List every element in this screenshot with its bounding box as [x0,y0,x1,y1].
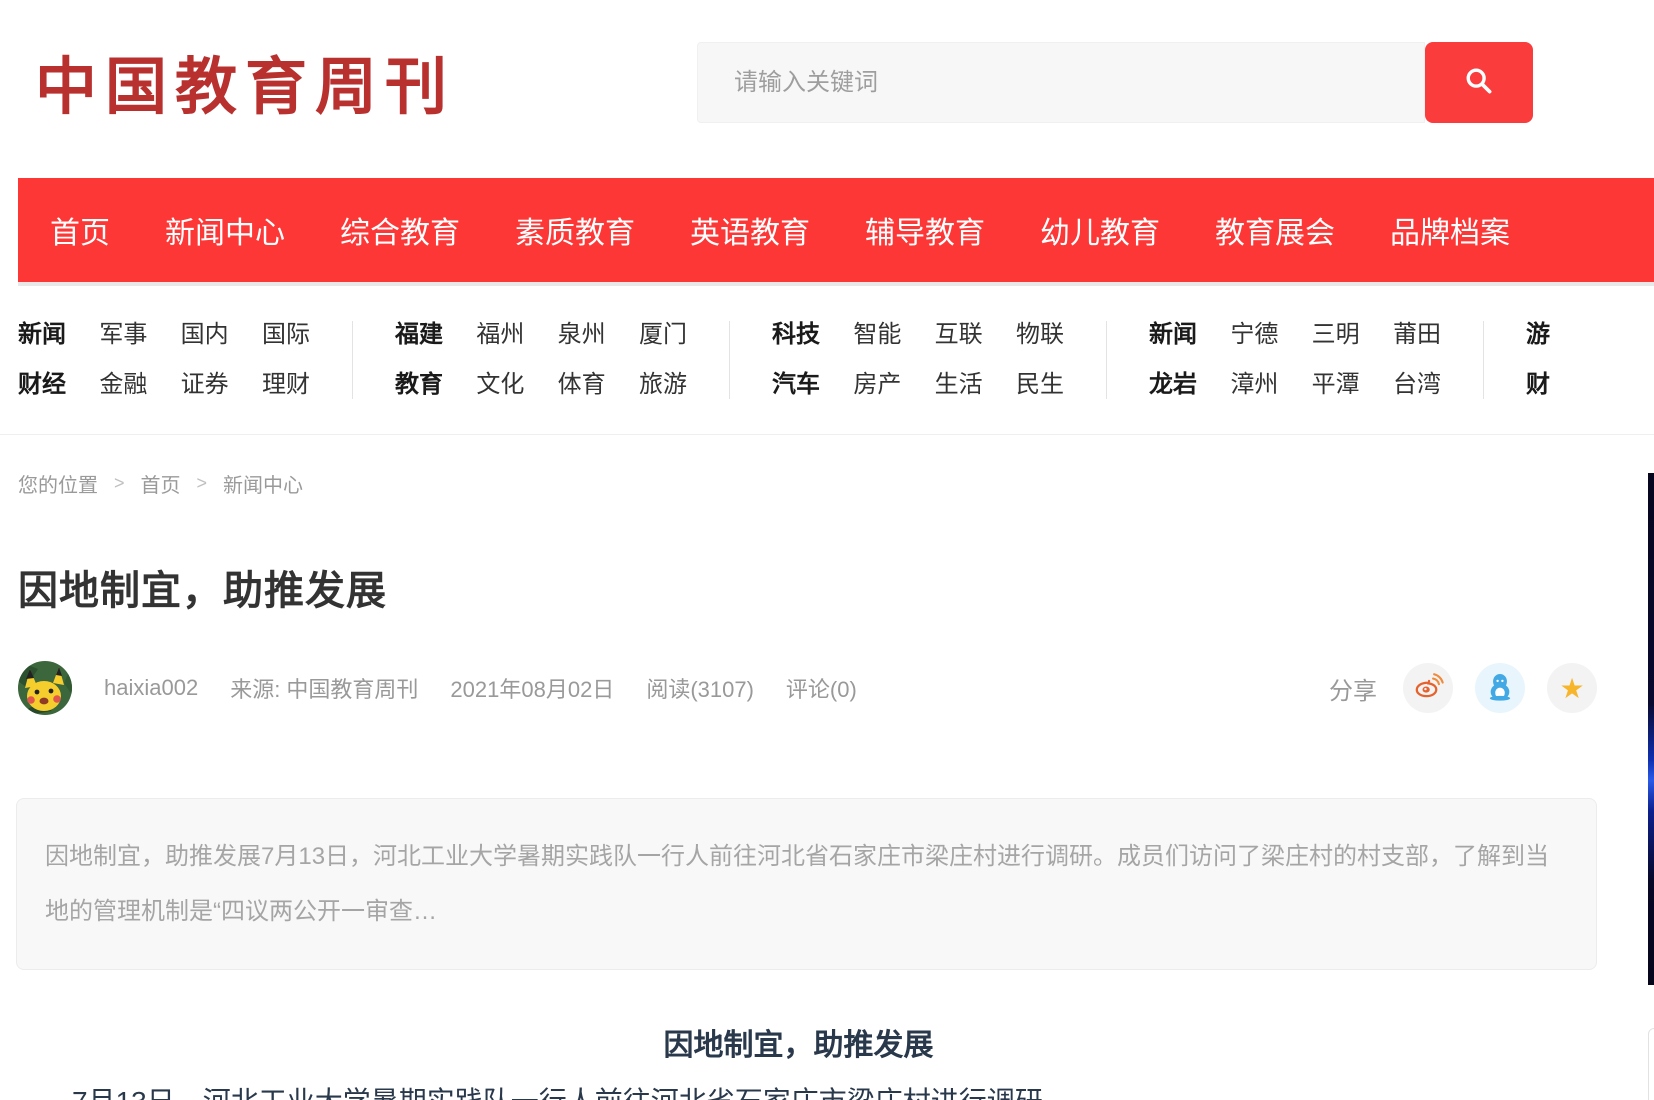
article-body-paragraph: 7月13日，河北工业大学暑期实践队一行人前往河北省石家庄市梁庄村进行调研。 [16,1080,1581,1100]
article-summary: 因地制宜，助推发展7月13日，河北工业大学暑期实践队一行人前往河北省石家庄市梁庄… [16,798,1597,970]
subnav-link[interactable]: 房产 [853,360,901,410]
subnav-link[interactable]: 国内 [181,310,229,360]
subnav-link[interactable]: 金融 [99,360,147,410]
subnav-divider [1106,321,1107,399]
subnav-link[interactable]: 军事 [99,310,147,360]
share-qq-button[interactable] [1475,663,1525,713]
subnav-link[interactable]: 新闻 [18,310,66,360]
article-comment-count: 评论(0) [786,672,857,704]
article: 因地制宜，助推发展 [0,558,1597,1100]
subnav-link[interactable]: 国际 [262,310,310,360]
share-label: 分享 [1329,671,1377,706]
nav-item-english-education[interactable]: 英语教育 [690,208,810,252]
subnav-divider [352,321,353,399]
subnav-link[interactable]: 台湾 [1393,360,1441,410]
subnav-link[interactable]: 财 [1526,360,1550,410]
subnav-link[interactable]: 汽车 [772,360,820,410]
sidebar-banner-image[interactable] [1648,473,1654,985]
subnav-link[interactable]: 旅游 [639,360,687,410]
subnav-link[interactable]: 民生 [1016,360,1064,410]
article-body-title: 因地制宜，助推发展 [0,1020,1597,1064]
subnav-link[interactable]: 福州 [476,310,524,360]
share-qzone-button[interactable]: ★ [1547,663,1597,713]
article-meta-row: haixia002 来源: 中国教育周刊 2021年08月02日 阅读(3107… [18,660,1597,716]
author-avatar [18,661,72,715]
subnav-link[interactable]: 平潭 [1312,360,1360,410]
author-name: haixia002 [104,675,198,701]
subnav-link[interactable]: 厦门 [639,310,687,360]
subnav-group-region: 新闻 龙岩 宁德 漳州 三明 平潭 莆田 台湾 [1149,310,1441,410]
search-input[interactable] [697,42,1425,123]
site-header: 中国教育周刊 [0,0,1654,178]
breadcrumb-separator: > [197,473,208,494]
article-title: 因地制宜，助推发展 [18,558,1597,616]
nav-item-tutoring-education[interactable]: 辅导教育 [865,208,985,252]
subnav-group-clipped: 游 财 [1526,310,1550,410]
subnav-link[interactable]: 物联 [1016,310,1064,360]
subnav-group-fujian: 福建 教育 福州 文化 泉州 体育 厦门 旅游 [395,310,687,410]
article-date: 2021年08月02日 [450,672,614,704]
nav-item-brand-archive[interactable]: 品牌档案 [1390,208,1510,252]
weibo-icon [1412,670,1444,707]
page: 中国教育周刊 首页 新闻中心 综合教育 素质教育 英语教育 辅导教育 幼儿教育 … [0,0,1654,1100]
subnav-group-tech: 科技 汽车 智能 房产 互联 生活 物联 民生 [772,310,1064,410]
breadcrumb-home[interactable]: 首页 [141,469,181,498]
nav-item-quality-education[interactable]: 素质教育 [515,208,635,252]
breadcrumb-news-center[interactable]: 新闻中心 [223,469,303,498]
subnav-link[interactable]: 莆田 [1393,310,1441,360]
subnav-divider [729,321,730,399]
main-nav: 首页 新闻中心 综合教育 素质教育 英语教育 辅导教育 幼儿教育 教育展会 品牌… [18,178,1654,286]
search-button[interactable] [1425,42,1533,123]
subnav-link[interactable]: 漳州 [1230,360,1278,410]
nav-item-home[interactable]: 首页 [50,208,110,252]
share-bar: 分享 [1329,663,1597,713]
subnav-link[interactable]: 游 [1526,310,1550,360]
subnav-link[interactable]: 科技 [772,310,820,360]
sub-nav: 新闻 财经 军事 金融 国内 证券 国际 理财 福建 教育 福州 [18,286,1654,434]
subnav-link[interactable]: 体育 [558,360,606,410]
subnav-link[interactable]: 文化 [476,360,524,410]
share-weibo-button[interactable] [1403,663,1453,713]
qq-icon [1484,670,1516,707]
subnav-link[interactable]: 三明 [1312,310,1360,360]
search-bar [697,42,1533,123]
article-source: 来源: 中国教育周刊 [230,672,418,704]
breadcrumb-separator: > [114,473,125,494]
search-icon [1462,64,1496,101]
subnav-link[interactable]: 宁德 [1230,310,1278,360]
nav-item-education-expo[interactable]: 教育展会 [1215,208,1335,252]
subnav-link[interactable]: 龙岩 [1149,360,1197,410]
subnav-link[interactable]: 理财 [262,360,310,410]
subnav-group-news: 新闻 财经 军事 金融 国内 证券 国际 理财 [18,310,310,410]
subnav-label-col: 新闻 财经 [18,310,66,410]
article-read-count: 阅读(3107) [646,672,754,704]
subnav-link[interactable]: 证券 [181,360,229,410]
subnav-link[interactable]: 教育 [395,360,443,410]
subnav-link[interactable]: 生活 [935,360,983,410]
subnav-link[interactable]: 福建 [395,310,443,360]
subnav-link[interactable]: 互联 [935,310,983,360]
subnav-link[interactable]: 财经 [18,360,66,410]
section-divider [0,434,1654,435]
subnav-link[interactable]: 泉州 [558,310,606,360]
qzone-star-icon: ★ [1559,672,1584,705]
breadcrumb: 您的位置 > 首页 > 新闻中心 [18,469,1654,498]
sidebar-panel [1648,1028,1654,1100]
nav-item-news-center[interactable]: 新闻中心 [165,208,285,252]
subnav-link[interactable]: 智能 [853,310,901,360]
subnav-link[interactable]: 新闻 [1149,310,1197,360]
site-logo[interactable]: 中国教育周刊 [35,36,455,126]
nav-item-preschool-education[interactable]: 幼儿教育 [1040,208,1160,252]
breadcrumb-prefix: 您的位置 [18,469,98,498]
subnav-divider [1483,321,1484,399]
nav-item-general-education[interactable]: 综合教育 [340,208,460,252]
